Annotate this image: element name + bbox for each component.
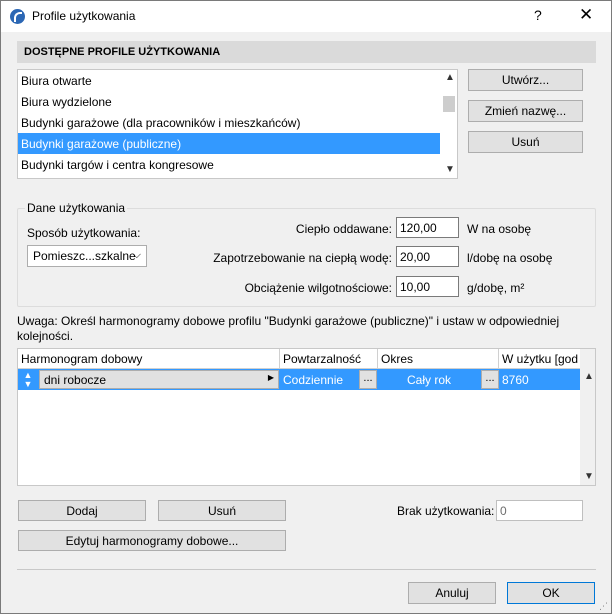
- close-icon[interactable]: ✕: [579, 5, 593, 25]
- profile-item-selected[interactable]: Budynki garażowe (publiczne): [18, 133, 440, 154]
- profile-item[interactable]: Biura wydzielone: [18, 91, 440, 112]
- window-title: Profile użytkowania: [32, 9, 136, 23]
- chevron-down-icon: ⌵: [132, 249, 141, 261]
- reorder-handle-icon[interactable]: ▲ ▼: [19, 370, 37, 389]
- scroll-down-icon[interactable]: ▼: [584, 471, 594, 482]
- create-profile-button[interactable]: Utwórz...: [468, 69, 583, 91]
- profile-list[interactable]: Biura otwarte Biura wydzielone Budynki g…: [17, 69, 458, 179]
- profile-list-scrollbar[interactable]: ▲ ▼: [440, 70, 457, 178]
- schedule-value: dni robocze: [44, 373, 107, 387]
- footer-divider: [17, 569, 596, 570]
- period-value[interactable]: Cały rok: [378, 370, 480, 389]
- profiles-section-header: DOSTĘPNE PROFILE UŻYTKOWANIA: [17, 41, 596, 63]
- app-logo-icon: [10, 9, 25, 24]
- cancel-button[interactable]: Anuluj: [408, 582, 496, 604]
- chevron-right-icon: ▶: [267, 373, 274, 382]
- scroll-up-icon[interactable]: ▲: [445, 72, 455, 83]
- period-more-button[interactable]: ...: [481, 370, 499, 389]
- hot-water-label: Zapotrzebowanie na ciepłą wodę:: [213, 251, 392, 265]
- humidity-label: Obciążenie wilgotnościowe:: [244, 281, 392, 295]
- heat-input[interactable]: 120,00: [396, 217, 459, 238]
- remove-schedule-button[interactable]: Usuń: [158, 500, 286, 521]
- add-schedule-button[interactable]: Dodaj: [18, 500, 146, 521]
- rename-profile-button[interactable]: Zmień nazwę...: [468, 100, 583, 122]
- usage-method-value: Pomieszc...szkalne: [33, 249, 136, 263]
- in-use-value: 8760: [502, 373, 529, 387]
- profiles-dialog: Profile użytkowania ? ✕ DOSTĘPNE PROFILE…: [0, 0, 612, 614]
- column-header-schedule[interactable]: Harmonogram dobowy: [18, 349, 280, 369]
- title-bar: Profile użytkowania ? ✕: [1, 1, 611, 32]
- no-usage-label: Brak użytkowania:: [397, 504, 495, 518]
- usage-method-select[interactable]: Pomieszc...szkalne ⌵: [27, 245, 147, 267]
- repeat-value[interactable]: Codziennie: [280, 370, 358, 389]
- humidity-unit: g/dobę, m²: [467, 281, 525, 295]
- scroll-up-icon[interactable]: ▲: [584, 371, 594, 382]
- humidity-input[interactable]: 10,00: [396, 276, 459, 297]
- scroll-down-icon[interactable]: ▼: [445, 164, 455, 175]
- column-header-repeat[interactable]: Powtarzalność: [280, 349, 378, 369]
- profile-item[interactable]: Budynki garażowe (dla pracowników i mies…: [18, 112, 440, 133]
- table-row[interactable]: ▲ ▼ dni robocze ▶ Codziennie ... Cały rok…: [18, 369, 580, 390]
- heat-label: Ciepło oddawane:: [295, 222, 392, 236]
- schedule-note: Uwaga: Określ harmonogramy dobowe profil…: [17, 314, 560, 343]
- repeat-more-button[interactable]: ...: [359, 370, 377, 389]
- schedule-table[interactable]: Harmonogram dobowy Powtarzalność Okres W…: [17, 348, 596, 486]
- edit-schedules-button[interactable]: Edytuj harmonogramy dobowe...: [18, 530, 286, 551]
- schedule-select[interactable]: dni robocze ▶: [39, 370, 279, 389]
- resize-grip-icon[interactable]: ⋰: [599, 601, 608, 612]
- usage-method-label: Sposób użytkowania:: [27, 226, 141, 240]
- ok-button[interactable]: OK: [507, 582, 595, 604]
- delete-profile-button[interactable]: Usuń: [468, 131, 583, 153]
- profile-item[interactable]: Budynki targów i centra kongresowe: [18, 154, 440, 175]
- table-scrollbar[interactable]: ▲ ▼: [580, 349, 595, 485]
- hot-water-unit: l/dobę na osobę: [467, 251, 553, 265]
- heat-unit: W na osobę: [467, 222, 532, 236]
- profile-item[interactable]: Biura otwarte: [18, 70, 440, 91]
- no-usage-input: 0: [496, 500, 583, 521]
- help-icon[interactable]: ?: [534, 7, 542, 23]
- column-header-period[interactable]: Okres: [378, 349, 499, 369]
- hot-water-input[interactable]: 20,00: [396, 246, 459, 267]
- scroll-thumb[interactable]: [443, 96, 455, 112]
- usage-data-title: Dane użytkowania: [25, 201, 128, 215]
- column-header-in-use[interactable]: W użytku [god: [499, 349, 580, 369]
